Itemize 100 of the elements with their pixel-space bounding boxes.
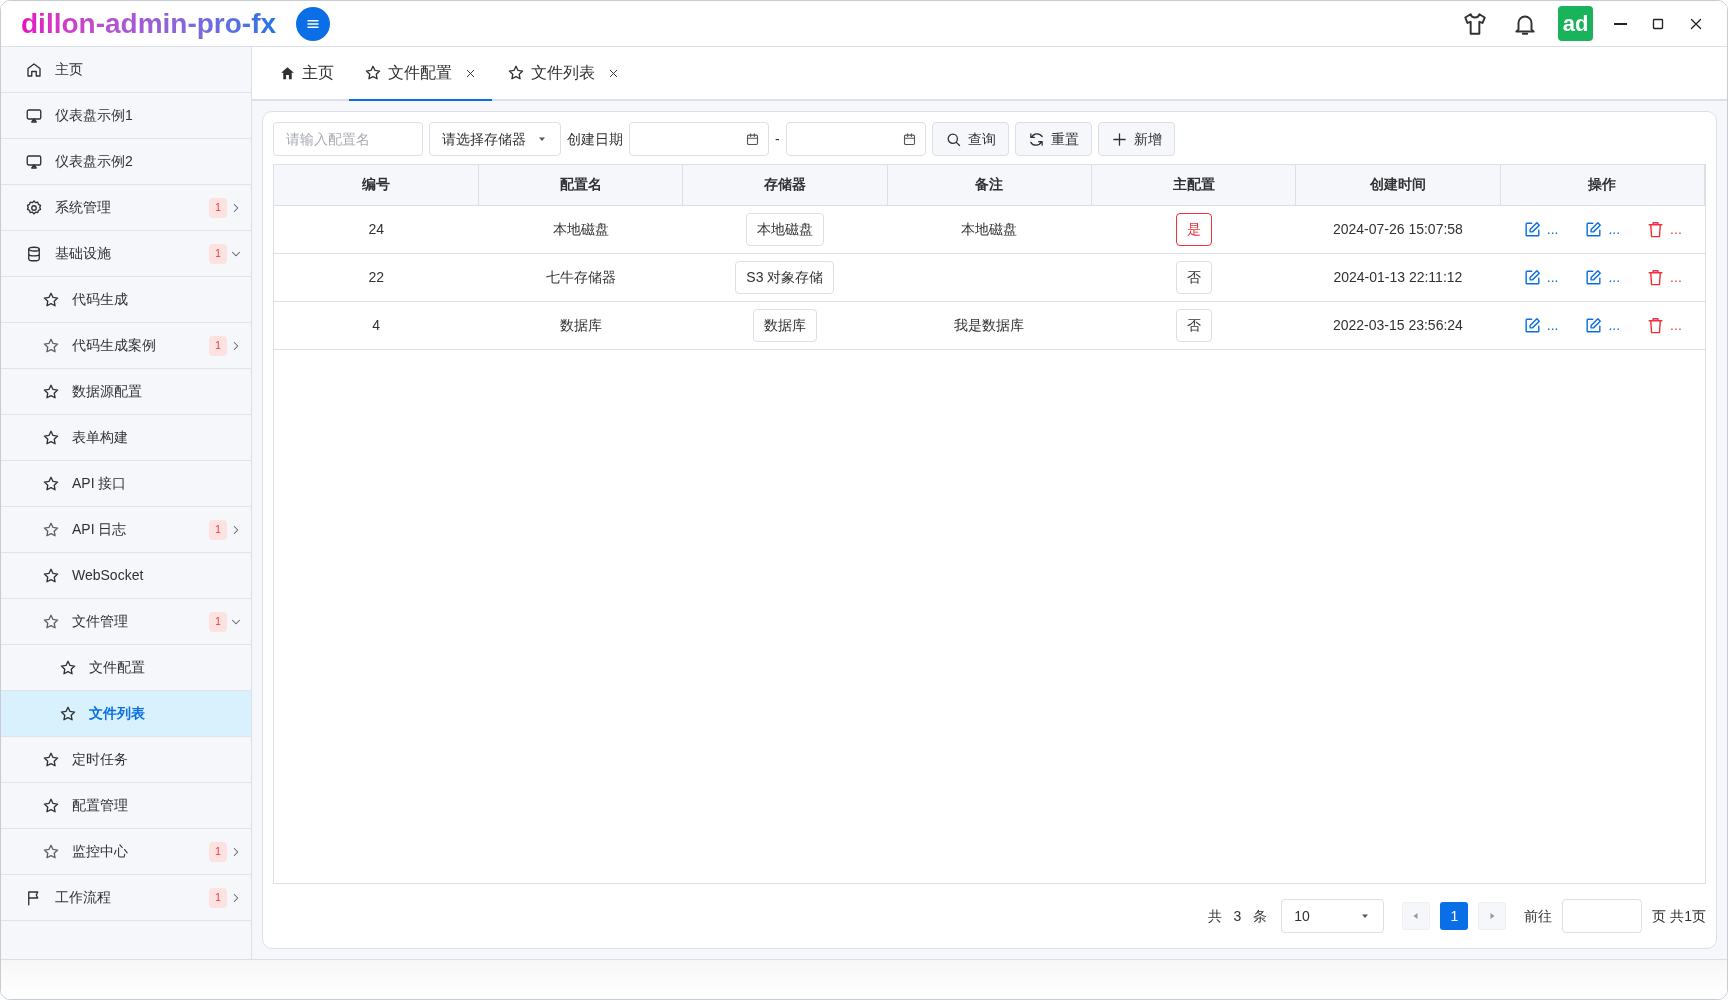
page-input-field[interactable]	[1562, 899, 1643, 933]
count-badge: 1	[209, 611, 227, 632]
sidebar-item[interactable]: WebSocket	[1, 553, 251, 599]
tab[interactable]: 主页	[264, 47, 349, 101]
date-label: 创建日期	[567, 129, 623, 149]
star-icon	[42, 612, 60, 631]
star-icon	[42, 842, 60, 861]
refresh-icon	[1027, 130, 1045, 148]
name-input-field[interactable]: 请输入配置名	[273, 122, 423, 156]
count-badge: 1	[209, 335, 227, 356]
date-separator: -	[775, 129, 780, 149]
edit-icon	[1522, 219, 1542, 239]
delete-button[interactable]: ...	[1646, 218, 1682, 240]
delete-button[interactable]: ...	[1646, 314, 1682, 336]
primary-tag: 是	[1175, 212, 1212, 246]
sidebar-item[interactable]: 主页	[1, 47, 251, 93]
edit-button[interactable]: ...	[1584, 266, 1621, 288]
search-button[interactable]: 查询	[931, 122, 1009, 156]
sidebar-item[interactable]: 文件管理 1	[1, 599, 251, 645]
star-icon	[42, 796, 60, 815]
count-badge: 1	[209, 519, 227, 540]
sidebar-item[interactable]: 定时任务	[1, 737, 251, 783]
page-size-select[interactable]: 10	[1281, 899, 1385, 933]
edit-button[interactable]: ...	[1522, 218, 1559, 240]
delete-button[interactable]: ...	[1646, 266, 1682, 288]
star-icon	[42, 382, 60, 401]
edit-icon	[1584, 315, 1604, 335]
star-icon	[364, 64, 382, 82]
edit-icon	[1522, 267, 1542, 287]
menu-button[interactable]	[296, 6, 331, 41]
star-icon	[42, 474, 60, 493]
storage-tag: 数据库	[752, 308, 817, 342]
edit-icon	[1522, 315, 1542, 335]
column-header: 主配置	[1091, 165, 1296, 205]
sidebar-item[interactable]: 仪表盘示例2	[1, 139, 251, 185]
calendar-icon	[901, 131, 917, 147]
count-badge: 1	[209, 887, 227, 908]
star-icon	[59, 658, 77, 677]
primary-tag: 否	[1175, 260, 1212, 294]
goto-label: 前往	[1524, 906, 1553, 926]
sidebar-item[interactable]: 表单构建	[1, 415, 251, 461]
sidebar-item[interactable]: 基础设施 1	[1, 231, 251, 277]
column-header: 存储器	[682, 165, 888, 205]
star-icon	[42, 520, 60, 539]
edit-button[interactable]: ...	[1522, 266, 1559, 288]
minimize-icon	[1613, 22, 1627, 25]
sidebar-item[interactable]: 仪表盘示例1	[1, 93, 251, 139]
table-cell: 2024-01-13 22:11:12	[1295, 253, 1501, 301]
count-badge: 1	[209, 197, 227, 218]
star-icon	[42, 290, 60, 309]
shirt-icon	[1462, 10, 1488, 37]
edit-button[interactable]: ...	[1522, 314, 1559, 336]
storage-select[interactable]: 请选择存储器	[429, 122, 561, 156]
star-icon	[42, 566, 60, 585]
table-cell: 我是数据库	[887, 301, 1092, 349]
tab[interactable]: 文件列表	[492, 47, 635, 101]
edit-icon	[1584, 267, 1604, 287]
sidebar-item[interactable]: 配置管理	[1, 783, 251, 829]
sidebar-item[interactable]: 系统管理 1	[1, 185, 251, 231]
sidebar-item[interactable]: API 日志 1	[1, 507, 251, 553]
edit-button[interactable]: ...	[1584, 218, 1621, 240]
edit-icon	[1584, 219, 1604, 239]
sidebar-item[interactable]: 代码生成案例 1	[1, 323, 251, 369]
storage-tag: S3 对象存储	[735, 260, 835, 294]
reset-button[interactable]: 重置	[1014, 122, 1092, 156]
edit-button[interactable]: ...	[1584, 314, 1621, 336]
home-icon	[279, 64, 296, 82]
table-cell: 本地磁盘	[478, 205, 683, 253]
storage-tag: 本地磁盘	[745, 212, 824, 246]
sidebar-item[interactable]: 工作流程 1	[1, 875, 251, 921]
column-header: 创建时间	[1295, 165, 1501, 205]
star-icon	[42, 428, 60, 447]
page-button[interactable]: 1	[1440, 902, 1469, 930]
add-button[interactable]: 新增	[1097, 122, 1175, 156]
date-field[interactable]	[629, 122, 769, 156]
primary-tag: 否	[1175, 308, 1212, 342]
sidebar-item[interactable]: 文件列表	[1, 691, 251, 737]
monitor-icon	[25, 106, 43, 125]
column-header: 配置名	[478, 165, 683, 205]
settings-icon	[25, 198, 43, 217]
star-icon	[42, 750, 60, 769]
table-cell: 2022-03-15 23:56:24	[1295, 301, 1501, 349]
sidebar-item[interactable]: 数据源配置	[1, 369, 251, 415]
sidebar-item[interactable]: 监控中心 1	[1, 829, 251, 875]
total-count: 共 3 条	[1207, 906, 1272, 926]
table-cell: 数据库	[478, 301, 683, 349]
table-cell: 4	[274, 301, 479, 349]
star-icon	[59, 704, 77, 723]
count-badge: 1	[209, 243, 227, 264]
monitor-icon	[25, 152, 43, 171]
sidebar-item[interactable]: API 接口	[1, 461, 251, 507]
sidebar-item[interactable]: 代码生成	[1, 277, 251, 323]
count-badge: 1	[209, 841, 227, 862]
star-icon	[42, 336, 60, 355]
calendar-icon	[745, 131, 760, 147]
database-icon	[25, 244, 43, 263]
column-header: 备注	[887, 165, 1092, 205]
date-field[interactable]	[785, 122, 926, 156]
table-cell: 22	[274, 253, 479, 301]
table-cell: 本地磁盘	[887, 205, 1092, 253]
